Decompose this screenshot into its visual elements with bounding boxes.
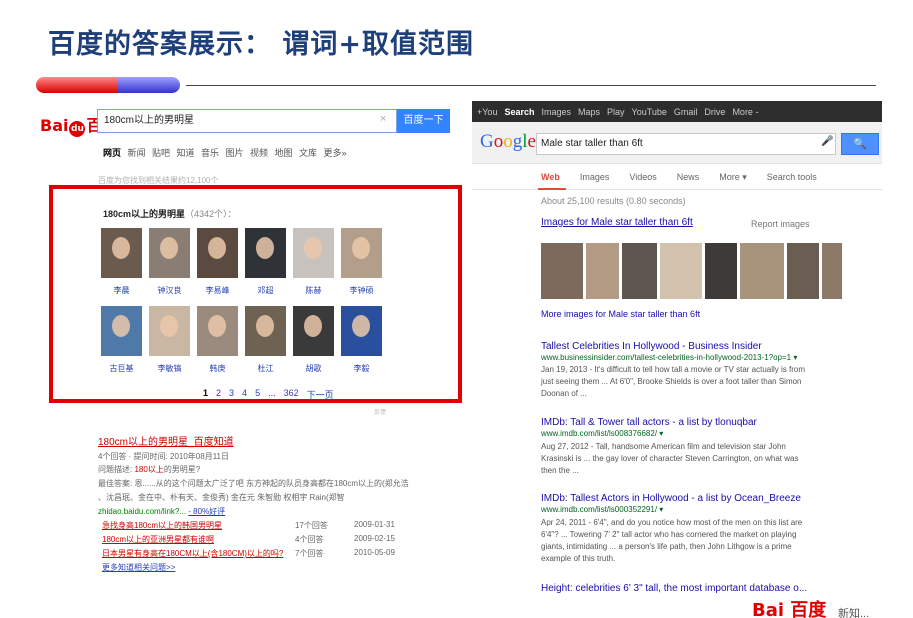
image-thumb[interactable] [740, 243, 784, 299]
related-date-2: 2009-02-15 [354, 534, 395, 543]
header-rule [186, 85, 876, 86]
result-url-text[interactable]: zhidao.baidu.com/link?... [98, 507, 188, 516]
question-prefix: 问题描述: [98, 465, 135, 474]
google-result-snippet-1: Jan 19, 2013 - It's difficult to tell ho… [541, 365, 806, 398]
topbar-you[interactable]: +You [477, 107, 497, 117]
google-result-title-3[interactable]: IMDb: Tallest Actors in Hollywood - a li… [541, 493, 801, 504]
baidu-tab-news[interactable]: 新闻 [128, 146, 153, 159]
baidu-tab-tieba[interactable]: 贴吧 [152, 146, 177, 159]
baidu-tab-images[interactable]: 图片 [226, 146, 251, 159]
topbar-drive[interactable]: Drive [704, 107, 725, 117]
tab-videos[interactable]: Videos [629, 172, 656, 183]
topbar-youtube[interactable]: YouTube [632, 107, 667, 117]
feedback-link[interactable]: 反馈 [374, 407, 386, 416]
highlight-box [49, 185, 462, 403]
google-result-title-2[interactable]: IMDb: Tall & Tower tall actors - a list … [541, 417, 757, 428]
google-result-title-4[interactable]: Height: celebrities 6' 3" tall, the most… [541, 583, 807, 594]
tab-more[interactable]: More ▾ [719, 172, 747, 183]
tab-images[interactable]: Images [580, 172, 610, 183]
baidu-tab-map[interactable]: 地图 [275, 146, 300, 159]
google-result-snippet-3: Apr 24, 2011 - 6'4", and do you notice h… [541, 518, 803, 563]
slide-title: 百度的答案展示： 谓词+取值范围 [48, 29, 475, 60]
baidu-result-url: zhidao.baidu.com/link?... - 80%好评 [98, 506, 225, 517]
google-result-count: About 25,100 results (0.80 seconds) [541, 196, 686, 206]
google-search-input[interactable]: Male star taller than 6ft [536, 133, 836, 155]
images-block-title[interactable]: Images for Male star taller than 6ft [541, 217, 693, 228]
google-result-url-1[interactable]: www.businessinsider.com/tallest-celebrit… [541, 353, 797, 362]
related-question-1[interactable]: 急找身高180cm以上的韩国男明星 [102, 520, 222, 531]
logo-letter: e [527, 131, 536, 152]
clear-icon[interactable]: × [380, 113, 386, 125]
topbar-play[interactable]: Play [607, 107, 625, 117]
microphone-icon[interactable]: 🎤 [821, 136, 833, 147]
question-suffix: 的男明星? [163, 465, 201, 474]
image-strip [541, 243, 842, 299]
related-question-3[interactable]: 日本男星有身高在180CM以上(含180CM)以上的吗? [102, 548, 283, 559]
google-tabs: Web Images Videos News More ▾ Search too… [541, 172, 817, 183]
baidu-tab-zhidao[interactable]: 知道 [177, 146, 202, 159]
baidu-paw-icon: du [69, 121, 86, 137]
active-tab-indicator [538, 188, 566, 190]
image-thumb[interactable] [660, 243, 702, 299]
image-thumb[interactable] [705, 243, 737, 299]
search-icon: 🔍 [853, 138, 867, 150]
logo-letter: G [480, 131, 494, 152]
baidu-result-title[interactable]: 180cm以上的男明星_百度知道 [98, 433, 234, 448]
related-count-2: 4个回答 [295, 535, 324, 544]
baidu-search-input[interactable]: 180cm以上的男明星 [97, 109, 397, 133]
decorative-pill [36, 77, 180, 93]
google-topbar: +You Search Images Maps Play YouTube Gma… [472, 101, 882, 122]
question-highlight: 180 [134, 465, 148, 474]
baidu-logo-text: Bai [40, 116, 69, 135]
related-count-3: 7个回答 [295, 549, 324, 558]
baidu-result-question: 问题描述: 180以上的男明星? [98, 464, 200, 475]
baidu-result-meta: 4个回答 · 提问时间: 2010年08月11日 [98, 452, 230, 461]
more-images-link[interactable]: More images for Male star taller than 6f… [541, 309, 700, 319]
more-related-link[interactable]: 更多知道相关问题>> [102, 562, 175, 573]
question-highlight-2: 以上 [147, 465, 164, 474]
watermark-text: 新知... [838, 608, 870, 618]
google-result-url-2[interactable]: www.imdb.com/list/ls008376682/ ▾ [541, 429, 663, 438]
google-result-title-1[interactable]: Tallest Celebrities In Hollywood - Busin… [541, 341, 762, 352]
logo-letter: g [512, 131, 523, 152]
baidu-result-answer-2: 、沈昌珉、金在中、朴有天、金俊秀) 金在元 朱智勋 权相宇 Rain(郑智 [98, 493, 345, 502]
related-count-1: 17个回答 [295, 521, 328, 530]
image-thumb[interactable] [541, 243, 583, 299]
google-logo[interactable]: Google [480, 131, 536, 153]
logo-letter: o [493, 131, 504, 152]
image-thumb[interactable] [822, 243, 842, 299]
baidu-tab-more[interactable]: 更多» [324, 146, 349, 159]
logo-letter: o [503, 131, 513, 152]
topbar-search[interactable]: Search [504, 107, 534, 117]
related-date-1: 2009-01-31 [354, 520, 395, 529]
baidu-result-answer: 最佳答案: 恩......从的这个问题太广泛了吧 东方神起的队员身高都在180c… [98, 479, 409, 488]
rating-link[interactable]: - 80%好评 [188, 507, 225, 516]
topbar-images[interactable]: Images [541, 107, 571, 117]
tab-news[interactable]: News [677, 172, 700, 183]
baidu-search-button[interactable]: 百度一下 [397, 109, 450, 133]
baidu-tab-video[interactable]: 视频 [250, 146, 275, 159]
google-result-url-3[interactable]: www.imdb.com/list/ls000352291/ ▾ [541, 505, 663, 514]
related-question-2[interactable]: 180cm以上的亚洲男星都有谁啊 [102, 534, 214, 545]
tab-web[interactable]: Web [541, 172, 560, 183]
baidu-watermark: Bai 百度 [752, 600, 827, 618]
topbar-maps[interactable]: Maps [578, 107, 600, 117]
report-images-link[interactable]: Report images [751, 219, 810, 229]
baidu-tab-music[interactable]: 音乐 [201, 146, 226, 159]
baidu-nav: 网页 新闻 贴吧 知道 音乐 图片 视频 地图 文库 更多» [103, 146, 348, 159]
image-thumb[interactable] [586, 243, 619, 299]
google-result-snippet-2: Aug 27, 2012 - Tall, handsome American f… [541, 442, 799, 475]
topbar-more[interactable]: More - [732, 107, 758, 117]
image-thumb[interactable] [787, 243, 819, 299]
topbar-gmail[interactable]: Gmail [674, 107, 698, 117]
related-date-3: 2010-05-09 [354, 548, 395, 557]
baidu-tab-web[interactable]: 网页 [103, 146, 128, 159]
image-thumb[interactable] [622, 243, 657, 299]
tabs-divider [472, 189, 882, 190]
baidu-tab-wenku[interactable]: 文库 [299, 146, 324, 159]
tab-search-tools[interactable]: Search tools [767, 172, 817, 183]
google-search-button[interactable]: 🔍 [841, 133, 879, 155]
